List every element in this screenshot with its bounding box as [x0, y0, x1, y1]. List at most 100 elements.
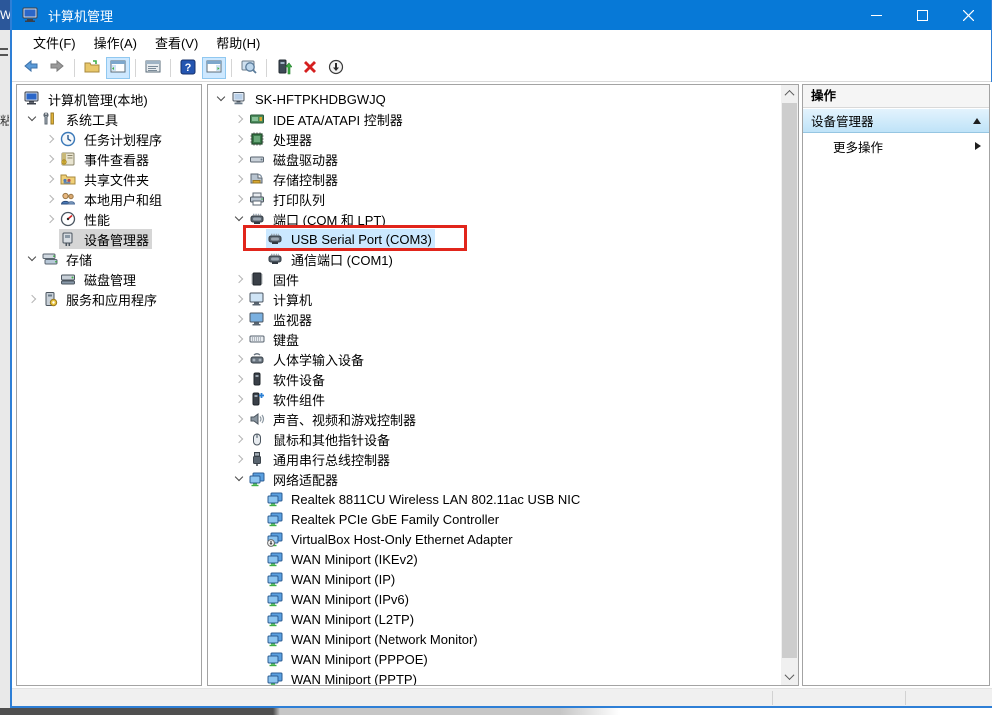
chevron-right-icon[interactable]	[232, 312, 246, 326]
console-tree-button[interactable]	[106, 57, 130, 79]
chevron-right-icon[interactable]	[232, 132, 246, 146]
tree-item[interactable]: 存储控制器	[208, 169, 781, 189]
chevron-right-icon[interactable]	[43, 172, 57, 186]
chevron-right-icon[interactable]	[232, 412, 246, 426]
tree-item[interactable]: WAN Miniport (IKEv2)	[208, 549, 781, 569]
tree-item[interactable]: 任务计划程序	[17, 129, 201, 149]
tree-item[interactable]: WAN Miniport (Network Monitor)	[208, 629, 781, 649]
menu-item-0[interactable]: 文件(F)	[24, 30, 85, 55]
vertical-scrollbar[interactable]	[781, 85, 798, 685]
tree-item[interactable]: 端口 (COM 和 LPT)	[208, 209, 781, 229]
chevron-right-icon[interactable]	[232, 272, 246, 286]
tree-item[interactable]: 人体学输入设备	[208, 349, 781, 369]
tree-item-label: 软件组件	[270, 389, 328, 410]
tree-item[interactable]: 处理器	[208, 129, 781, 149]
tree-item[interactable]: WAN Miniport (PPPOE)	[208, 649, 781, 669]
tree-item[interactable]: 本地用户和组	[17, 189, 201, 209]
tree-item[interactable]: VirtualBox Host-Only Ethernet Adapter	[208, 529, 781, 549]
chevron-right-icon[interactable]	[43, 152, 57, 166]
tree-item[interactable]: 键盘	[208, 329, 781, 349]
chevron-right-icon[interactable]	[25, 292, 39, 306]
tree-item[interactable]: 网络适配器	[208, 469, 781, 489]
tree-item[interactable]: 磁盘管理	[17, 269, 201, 289]
tree-item[interactable]: 性能	[17, 209, 201, 229]
tree-item[interactable]: 设备管理器	[17, 229, 201, 249]
tree-item[interactable]: WAN Miniport (L2TP)	[208, 609, 781, 629]
uninstall-button[interactable]	[298, 57, 322, 79]
chevron-right-icon[interactable]	[232, 452, 246, 466]
tree-item-label: WAN Miniport (PPTP)	[288, 671, 420, 687]
maximize-button[interactable]	[899, 0, 945, 30]
tree-item[interactable]: 软件组件	[208, 389, 781, 409]
disk-management-icon	[60, 271, 76, 287]
chevron-down-icon[interactable]	[232, 472, 246, 486]
forward-button[interactable]	[45, 57, 69, 79]
tree-item[interactable]: 固件	[208, 269, 781, 289]
export-list-button[interactable]	[80, 57, 104, 79]
back-button[interactable]	[19, 57, 43, 79]
tree-item[interactable]: SK-HFTPKHDBGWJQ	[208, 89, 781, 109]
chevron-down-icon[interactable]	[214, 92, 228, 106]
collapse-icon[interactable]	[973, 118, 981, 124]
tree-item[interactable]: 监视器	[208, 309, 781, 329]
tree-item-label: Realtek 8811CU Wireless LAN 802.11ac USB…	[288, 491, 583, 508]
chevron-right-icon[interactable]	[43, 212, 57, 226]
tree-item[interactable]: 通用串行总线控制器	[208, 449, 781, 469]
close-button[interactable]	[945, 0, 991, 30]
tree-item[interactable]: 计算机管理(本地)	[17, 89, 201, 109]
chevron-right-icon[interactable]	[232, 112, 246, 126]
tree-item[interactable]: 软件设备	[208, 369, 781, 389]
chevron-right-icon[interactable]	[43, 132, 57, 146]
tree-item[interactable]: IDE ATA/ATAPI 控制器	[208, 109, 781, 129]
chevron-down-icon[interactable]	[232, 212, 246, 226]
tree-item[interactable]: WAN Miniport (PPTP)	[208, 669, 781, 686]
chevron-down-icon[interactable]	[25, 252, 39, 266]
chevron-right-icon[interactable]	[232, 352, 246, 366]
menu-item-3[interactable]: 帮助(H)	[207, 30, 269, 55]
tree-item[interactable]: Realtek PCIe GbE Family Controller	[208, 509, 781, 529]
tree-item[interactable]: 通信端口 (COM1)	[208, 249, 781, 269]
titlebar[interactable]: 计算机管理	[12, 0, 991, 30]
tree-item[interactable]: 系统工具	[17, 109, 201, 129]
tree-item[interactable]: 存储	[17, 249, 201, 269]
tree-item[interactable]: WAN Miniport (IPv6)	[208, 589, 781, 609]
tree-item-label: 固件	[270, 269, 302, 290]
chevron-right-icon[interactable]	[232, 432, 246, 446]
tree-item[interactable]: 服务和应用程序	[17, 289, 201, 309]
tree-item-label: 服务和应用程序	[63, 289, 160, 310]
menu-item-1[interactable]: 操作(A)	[85, 30, 146, 55]
chevron-right-icon[interactable]	[232, 392, 246, 406]
chevron-right-icon[interactable]	[232, 332, 246, 346]
chevron-right-icon[interactable]	[232, 192, 246, 206]
chevron-right-icon[interactable]	[232, 172, 246, 186]
chevron-right-icon[interactable]	[232, 372, 246, 386]
chevron-down-icon[interactable]	[25, 112, 39, 126]
tree-item[interactable]: USB Serial Port (COM3)	[208, 229, 781, 249]
actions-group-device-manager[interactable]: 设备管理器	[803, 108, 989, 133]
tree-item[interactable]: 共享文件夹	[17, 169, 201, 189]
tree-item-label: 计算机	[270, 289, 315, 310]
disable-device-button[interactable]	[324, 57, 348, 79]
more-actions-item[interactable]: 更多操作	[803, 133, 989, 159]
tree-item[interactable]: 计算机	[208, 289, 781, 309]
update-driver-button[interactable]	[272, 57, 296, 79]
tree-item[interactable]: !事件查看器	[17, 149, 201, 169]
tree-item[interactable]: 声音、视频和游戏控制器	[208, 409, 781, 429]
action-pane-button[interactable]	[202, 57, 226, 79]
minimize-button[interactable]	[853, 0, 899, 30]
scroll-down-icon[interactable]	[781, 668, 798, 685]
chevron-right-icon[interactable]	[232, 152, 246, 166]
tree-item[interactable]: WAN Miniport (IP)	[208, 569, 781, 589]
tree-item[interactable]: Realtek 8811CU Wireless LAN 802.11ac USB…	[208, 489, 781, 509]
chevron-right-icon[interactable]	[43, 192, 57, 206]
scroll-up-icon[interactable]	[781, 85, 798, 102]
menu-item-2[interactable]: 查看(V)	[146, 30, 207, 55]
scrollbar-thumb[interactable]	[782, 103, 797, 658]
help-button[interactable]: ?	[176, 57, 200, 79]
tree-item[interactable]: 磁盘驱动器	[208, 149, 781, 169]
tree-item[interactable]: 打印队列	[208, 189, 781, 209]
chevron-right-icon[interactable]	[232, 292, 246, 306]
scan-hardware-button[interactable]	[237, 57, 261, 79]
tree-item[interactable]: 鼠标和其他指针设备	[208, 429, 781, 449]
properties-button[interactable]	[141, 57, 165, 79]
